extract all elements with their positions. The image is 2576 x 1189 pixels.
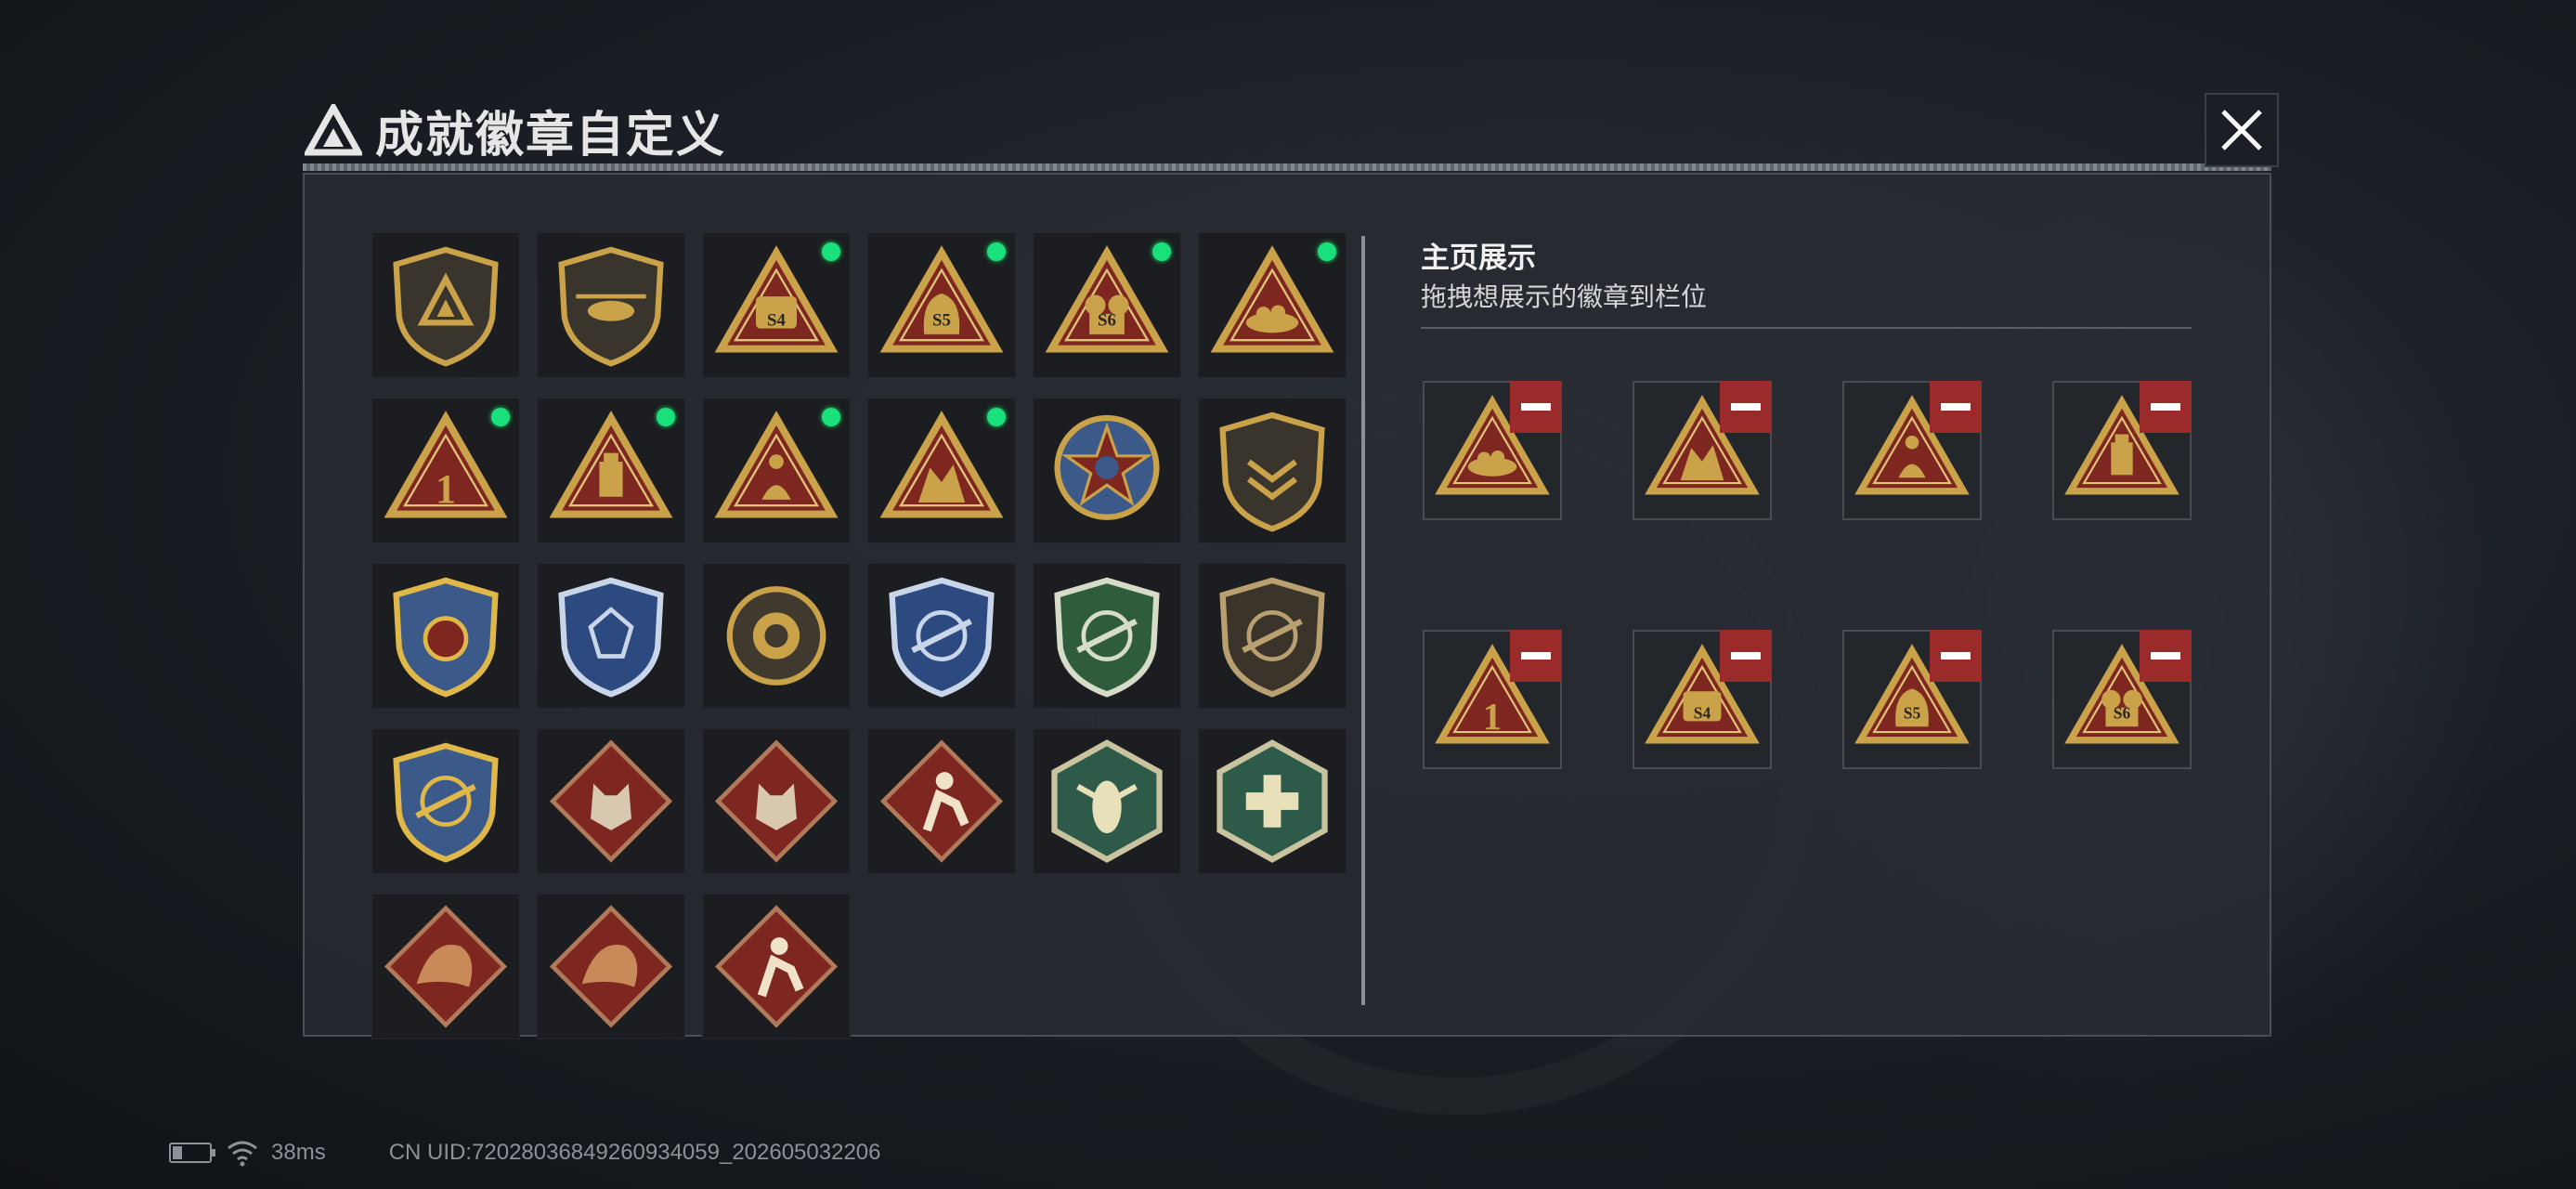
ping-text: 38ms [271, 1140, 326, 1165]
showcase-slot-7[interactable]: S5 [1842, 630, 1982, 769]
badge-cell-shield-chevron-badge[interactable] [1198, 398, 1347, 543]
equipped-indicator [982, 403, 1010, 431]
panel-divider[interactable] [1361, 236, 1365, 1005]
showcase-slot-3[interactable] [1842, 381, 1982, 520]
gold-crosshair-wreath-icon [393, 742, 499, 863]
showcase-slot-2[interactable] [1633, 381, 1772, 520]
badge-cell-triangle-usb-badge[interactable] [537, 398, 685, 543]
badge-label: S6 [2114, 703, 2131, 722]
badge-cell-hex-hornet-badge[interactable] [1033, 728, 1181, 874]
badge-label: S4 [1694, 703, 1711, 722]
close-button[interactable] [2205, 93, 2279, 167]
badge-label: S5 [1904, 703, 1921, 722]
hex-medic-icon [1216, 739, 1328, 863]
badge-cell-triangle-s4-badge[interactable]: S4 [702, 232, 851, 378]
badge-cell-shield-delta-badge[interactable] [371, 232, 520, 378]
badge-cell-diamond-dragon-2-badge[interactable] [537, 894, 685, 1039]
diamond-dragon-2-icon [549, 905, 673, 1028]
badge-label: S5 [932, 310, 951, 330]
close-icon [2221, 110, 2262, 150]
shield-helicopter-icon [558, 246, 664, 367]
badge-cell-triangle-nest-badge[interactable] [1198, 232, 1347, 378]
showcase-slot-1[interactable] [1423, 381, 1562, 520]
badge-cell-green-crosshair-rifle-badge[interactable] [1033, 563, 1181, 709]
title-bar: 成就徽章自定义 [305, 93, 726, 167]
equipped-indicator [817, 403, 845, 431]
showcase-slot-4[interactable] [2052, 381, 2192, 520]
badge-label: S4 [767, 310, 786, 330]
showcase-slot-6[interactable]: S4 [1633, 630, 1772, 769]
showcase-slot-8[interactable]: S6 [2052, 630, 2192, 769]
badge-cell-shield-helicopter-badge[interactable] [537, 232, 685, 378]
blue-shield-diamond-icon [558, 577, 664, 698]
showcase-subheading: 拖拽想展示的徽章到栏位 [1421, 282, 1708, 311]
remove-badge-button[interactable] [2140, 630, 2192, 682]
round-armor-icon [726, 586, 826, 686]
title-underline [303, 163, 2271, 171]
remove-badge-button[interactable] [1930, 630, 1982, 682]
showcase-slot-5[interactable]: 1 [1423, 630, 1562, 769]
badge-cell-gold-crosshair-wreath-badge[interactable] [371, 728, 520, 874]
remove-badge-button[interactable] [1510, 381, 1562, 433]
badge-cell-round-armor-badge[interactable] [702, 563, 851, 709]
diamond-runner-icon [879, 739, 1004, 863]
badge-label: 1 [1483, 696, 1502, 738]
diamond-wolf-2-icon [714, 739, 839, 863]
equipped-indicator [982, 238, 1010, 266]
badge-cell-diamond-dragon-badge[interactable] [371, 894, 520, 1039]
remove-badge-button[interactable] [1720, 381, 1772, 433]
delta-logo-icon [305, 104, 362, 156]
star-medal-icon [1054, 414, 1160, 520]
badge-panel: S4 S5 S6 1 主页展示 拖拽想展示的徽章到栏位 1 S4 S5 S6 [303, 173, 2271, 1039]
badge-label: S6 [1098, 310, 1116, 330]
badge-cell-hex-medic-badge[interactable] [1198, 728, 1347, 874]
badge-cell-triangle-s5-badge[interactable]: S5 [867, 232, 1016, 378]
badge-cell-dark-shield-crosshair-badge[interactable] [1198, 563, 1347, 709]
blue-crosshair-rifle-icon [889, 577, 995, 698]
badge-cell-blue-crosshair-rifle-badge[interactable] [867, 563, 1016, 709]
wifi-icon [228, 1141, 257, 1167]
shield-chevron-icon [1219, 412, 1325, 532]
badge-cell-diamond-runner-badge[interactable] [867, 728, 1016, 874]
shield-delta-icon [393, 246, 499, 367]
remove-badge-button[interactable] [1930, 381, 1982, 433]
equipped-indicator [817, 238, 845, 266]
badge-cell-diamond-runner-2-badge[interactable] [702, 894, 851, 1039]
hex-hornet-icon [1051, 739, 1163, 863]
showcase-rule [1421, 327, 2192, 329]
uid-text: CN UID:72028036849260934059_202605032206 [388, 1140, 881, 1165]
diamond-runner-2-icon [714, 905, 839, 1028]
page-title: 成就徽章自定义 [375, 108, 727, 163]
badge-cell-blue-shield-diamond-badge[interactable] [537, 563, 685, 709]
equipped-indicator [1313, 238, 1341, 266]
dark-shield-crosshair-icon [1219, 577, 1325, 698]
remove-badge-button[interactable] [1510, 630, 1562, 682]
badge-cell-triangle-crouching-badge[interactable] [702, 398, 851, 543]
diamond-dragon-icon [384, 905, 508, 1028]
badge-label: 1 [436, 466, 456, 512]
equipped-indicator [652, 403, 680, 431]
badge-cell-triangle-s6-badge[interactable]: S6 [1033, 232, 1181, 378]
remove-badge-button[interactable] [1720, 630, 1772, 682]
badge-cell-triangle-rank-1-badge[interactable]: 1 [371, 398, 520, 543]
equipped-indicator [1148, 238, 1176, 266]
badge-cell-star-medal-badge[interactable] [1033, 398, 1181, 543]
green-crosshair-rifle-icon [1054, 577, 1160, 698]
badge-cell-diamond-wolf-2-badge[interactable] [702, 728, 851, 874]
badge-cell-diamond-wolf-badge[interactable] [537, 728, 685, 874]
gold-shield-stars-icon [393, 577, 499, 698]
battery-icon [169, 1143, 215, 1163]
showcase-heading: 主页展示 [1421, 242, 1536, 274]
equipped-indicator [487, 403, 514, 431]
badge-cell-triangle-figures-badge[interactable] [867, 398, 1016, 543]
status-bar: 38ms CN UID:72028036849260934059_2026050… [169, 1139, 881, 1167]
diamond-wolf-icon [549, 739, 673, 863]
remove-badge-button[interactable] [2140, 381, 2192, 433]
badge-cell-gold-shield-stars-badge[interactable] [371, 563, 520, 709]
